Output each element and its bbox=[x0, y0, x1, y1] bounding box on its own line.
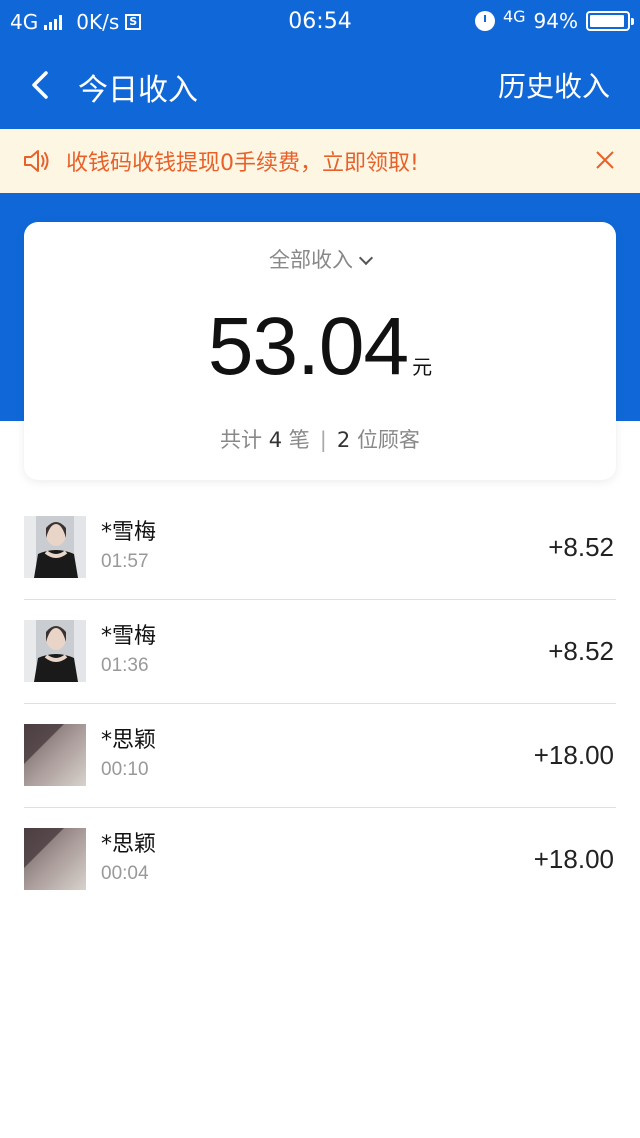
battery-percent: 94% bbox=[533, 9, 578, 33]
transaction-time: 00:04 bbox=[101, 863, 149, 884]
summary-count: 共计 4 笔 | 2 位顾客 bbox=[24, 424, 616, 454]
separator: | bbox=[319, 428, 327, 452]
customer-unit: 位顾客 bbox=[356, 428, 420, 452]
transaction-row[interactable]: *雪梅 01:36 +8.52 bbox=[24, 600, 616, 704]
filter-label: 全部收入 bbox=[269, 248, 353, 272]
transaction-count: 4 bbox=[268, 428, 283, 452]
customer-name: *思颖 bbox=[101, 832, 157, 857]
transaction-row[interactable]: *思颖 00:10 +18.00 bbox=[24, 704, 616, 808]
nav-bar: 今日收入 历史收入 bbox=[0, 43, 640, 129]
transaction-time: 00:10 bbox=[101, 759, 149, 780]
close-icon[interactable] bbox=[592, 147, 618, 173]
transaction-list: *雪梅 01:57 +8.52 *雪梅 01:36 +8.52 *思颖 00:1… bbox=[24, 496, 616, 912]
history-income-link[interactable]: 历史收入 bbox=[498, 65, 610, 105]
avatar bbox=[24, 620, 86, 682]
network-right-label: 4G bbox=[502, 7, 526, 26]
avatar bbox=[24, 828, 86, 890]
transaction-row[interactable]: *思颖 00:04 +18.00 bbox=[24, 808, 616, 912]
banner-text: 收钱码收钱提现0手续费，立即领取! bbox=[66, 151, 419, 176]
speaker-icon bbox=[24, 150, 49, 172]
battery-level bbox=[590, 15, 624, 27]
status-right: 4G 94% bbox=[474, 7, 634, 33]
customer-count: 2 bbox=[336, 428, 351, 452]
avatar bbox=[24, 724, 86, 786]
transaction-time: 01:57 bbox=[101, 551, 149, 572]
total-amount: 53.04 bbox=[207, 301, 409, 392]
page-title: 今日收入 bbox=[78, 73, 198, 108]
transaction-amount: +18.00 bbox=[533, 740, 614, 770]
status-bar: 4G 0K/s S 06:54 4G 94% bbox=[0, 0, 640, 43]
income-filter-dropdown[interactable]: 全部收入 bbox=[24, 244, 616, 274]
transaction-amount: +18.00 bbox=[533, 844, 614, 874]
customer-name: *雪梅 bbox=[101, 624, 157, 649]
transaction-amount: +8.52 bbox=[548, 636, 614, 666]
transaction-time: 01:36 bbox=[101, 655, 149, 676]
income-summary-card: 全部收入 53.04 元 共计 4 笔 | 2 位顾客 bbox=[24, 222, 616, 480]
avatar bbox=[24, 516, 86, 578]
count-unit: 笔 bbox=[288, 428, 310, 452]
total-amount-row: 53.04 元 bbox=[24, 300, 616, 394]
count-prefix: 共计 bbox=[220, 428, 263, 452]
chevron-down-icon bbox=[358, 250, 374, 266]
transaction-amount: +8.52 bbox=[548, 532, 614, 562]
promo-banner[interactable]: 收钱码收钱提现0手续费，立即领取! bbox=[0, 129, 640, 193]
battery-icon bbox=[586, 11, 634, 31]
back-arrow-icon[interactable] bbox=[26, 69, 58, 101]
customer-name: *雪梅 bbox=[101, 520, 157, 545]
transaction-row[interactable]: *雪梅 01:57 +8.52 bbox=[24, 496, 616, 600]
alarm-icon bbox=[474, 11, 495, 31]
amount-unit: 元 bbox=[412, 355, 433, 379]
customer-name: *思颖 bbox=[101, 728, 157, 753]
